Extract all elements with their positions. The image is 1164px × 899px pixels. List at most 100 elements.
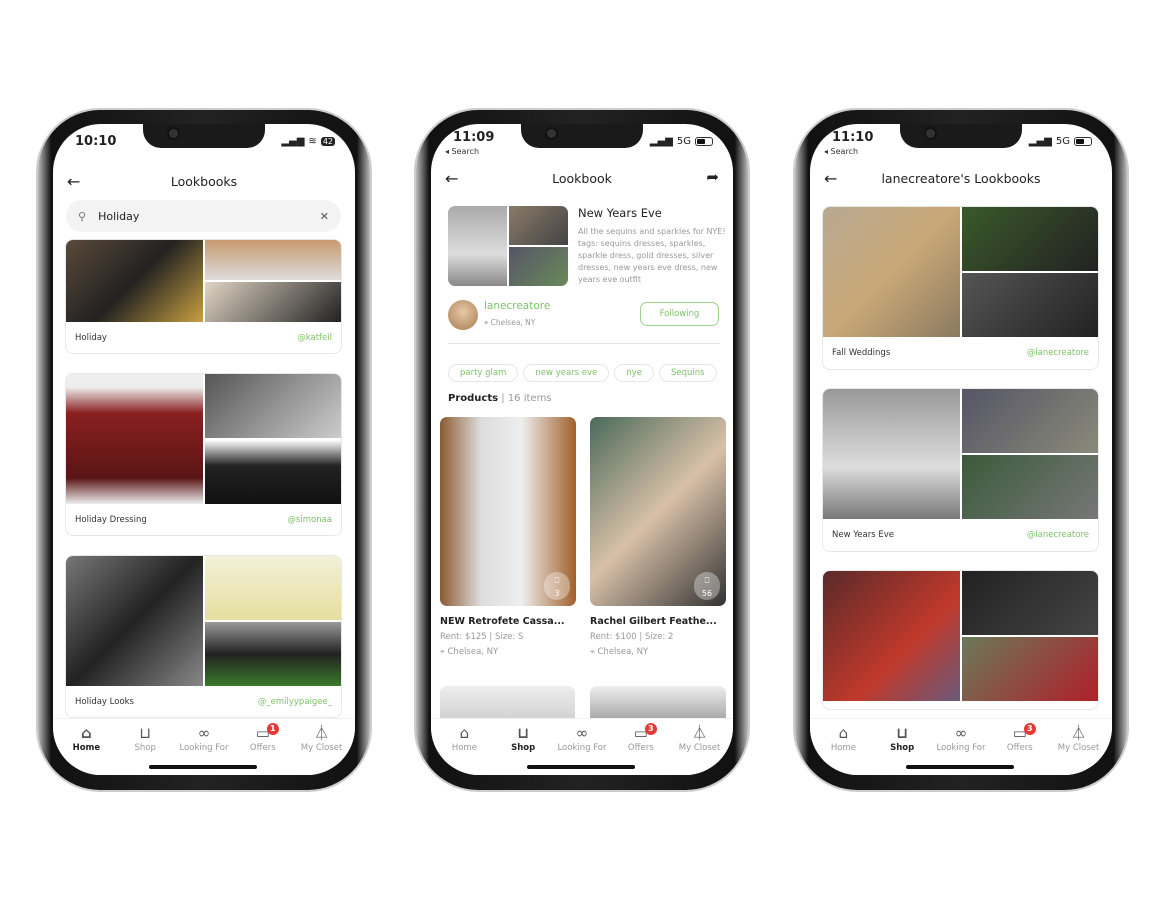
signal-icon: ▂▄▆: [281, 136, 305, 147]
status-bar: ▂▄▆ ≋ 42: [281, 136, 335, 147]
offers-badge: 3: [1023, 723, 1036, 735]
clear-search-icon[interactable]: ✕: [320, 210, 329, 223]
page-title: lanecreatore's Lookbooks: [881, 171, 1041, 186]
notch: [143, 124, 265, 148]
wifi-icon: ≋: [308, 136, 317, 147]
nav-label: Offers: [627, 743, 654, 753]
phone-creator-lookbooks: 11:10 ◂ Search ▂▄▆ 5G ← lanecreatore's Lo…: [795, 110, 1127, 790]
nav-label: Shop: [890, 743, 915, 753]
notch: [900, 124, 1022, 148]
back-to-search-link[interactable]: ◂ Search: [824, 147, 858, 156]
nav-label: My Closet: [300, 743, 343, 753]
lookbook-card[interactable]: Fall Weddings @lanecreatore: [822, 206, 1099, 370]
nav-my-closet[interactable]: ⏃ My Closet: [293, 723, 351, 775]
lookbook-card[interactable]: [822, 570, 1099, 710]
lookbook-author[interactable]: @_emilyypaigee_: [258, 697, 332, 707]
collage-image: [961, 207, 1098, 271]
collage-image: [66, 240, 203, 322]
hanger-icon: ⏃: [314, 724, 330, 742]
lookbook-card[interactable]: Holiday @katfeil: [65, 239, 342, 354]
nav-my-closet[interactable]: ⏃ My Closet: [1050, 723, 1108, 775]
lookbook-card[interactable]: Holiday Dressing @simonaa: [65, 373, 342, 536]
home-icon: ⌂: [838, 724, 849, 742]
hanger-icon: ⏃: [1071, 724, 1087, 742]
tag-chip[interactable]: nye: [614, 364, 654, 382]
collage-image: [204, 374, 341, 438]
collage-image: [204, 440, 341, 504]
collage-image: [204, 622, 341, 686]
back-to-search-link[interactable]: ◂ Search: [445, 147, 479, 156]
location-pin-icon: ⌖: [590, 647, 598, 657]
lookbook-description: All the sequins and sparkles for NYE! ta…: [578, 227, 726, 284]
phone-lookbooks-search: 10:10 ▂▄▆ ≋ 42 ← Lookbooks ⚲ Holiday ✕ Hol…: [38, 110, 370, 790]
tag-chip[interactable]: new years eve: [523, 364, 610, 382]
tag-list: party glam new years eve nye Sequins: [448, 360, 722, 382]
product-image[interactable]: ⎕ 56: [590, 417, 726, 606]
product-title: Rachel Gilbert Feathe...: [590, 616, 717, 627]
collage-image: [204, 556, 341, 620]
hanger-icon: ⏃: [692, 724, 708, 742]
product-meta: Rent: $125 | Size: S: [440, 632, 524, 642]
nav-home[interactable]: ⌂ Home: [57, 723, 115, 775]
lookbook-collage: [823, 207, 1098, 337]
status-time: 11:09: [453, 130, 495, 145]
share-icon[interactable]: ➦: [706, 168, 719, 186]
nav-label: My Closet: [678, 743, 721, 753]
lookbook-author[interactable]: @katfeil: [297, 333, 332, 343]
page-title: Lookbooks: [170, 174, 238, 189]
save-button[interactable]: ⎕ 3: [544, 572, 570, 600]
product-card[interactable]: ⎕ 56 Rachel Gilbert Feathe... Rent: $100 …: [590, 417, 726, 657]
binoculars-icon: ∞: [197, 724, 211, 742]
creator-location: Chelsea, NY: [490, 318, 536, 327]
offers-badge: 3: [644, 723, 657, 735]
collage-image: [204, 240, 341, 280]
nav-label: Offers: [249, 743, 276, 753]
lookbook-author[interactable]: @lanecreatore: [1027, 530, 1089, 540]
battery-level: 42: [320, 137, 335, 146]
lookbook-collage: [66, 374, 341, 504]
product-image[interactable]: ⎕ 3: [440, 417, 576, 606]
creator-name[interactable]: lanecreatore: [484, 300, 550, 312]
page-title: Lookbook: [552, 171, 612, 186]
save-count: 56: [701, 589, 713, 598]
location-pin-icon: ⌖: [440, 647, 448, 657]
lookbook-title: Fall Weddings: [832, 348, 891, 358]
tag-chip[interactable]: Sequins: [658, 364, 717, 382]
nav-home[interactable]: ⌂ Home: [435, 723, 493, 775]
home-icon: ⌂: [81, 724, 92, 742]
notch: [521, 124, 643, 148]
lookbook-card[interactable]: Holiday Looks @_emilyypaigee_: [65, 555, 342, 718]
nav-label: My Closet: [1057, 743, 1100, 753]
product-card[interactable]: ⎕ 3 NEW Retrofete Cassa... Rent: $125 | S…: [440, 417, 576, 657]
lookbook-title: Holiday Looks: [75, 696, 134, 707]
home-indicator: [906, 765, 1014, 769]
products-count: | 16 items: [501, 393, 552, 404]
collage-image: [823, 207, 960, 337]
lookbook-author[interactable]: @lanecreatore: [1027, 348, 1089, 358]
product-title: NEW Retrofete Cassa...: [440, 616, 565, 627]
home-icon: ⌂: [459, 724, 470, 742]
save-button[interactable]: ⎕ 56: [694, 572, 720, 600]
search-input[interactable]: ⚲ Holiday ✕: [66, 200, 341, 232]
nav-label: Home: [830, 743, 856, 753]
home-indicator: [527, 765, 635, 769]
nav-label: Shop: [511, 743, 536, 753]
lookbook-card[interactable]: New Years Eve @lanecreatore: [822, 388, 1099, 552]
nav-home[interactable]: ⌂ Home: [814, 723, 872, 775]
creator-avatar[interactable]: [448, 300, 478, 330]
product-meta: Rent: $100 | Size: 2: [590, 632, 674, 642]
battery-icon: [695, 137, 713, 146]
lookbook-collage: [823, 389, 1098, 519]
lookbook-author[interactable]: @simonaa: [287, 515, 332, 525]
collage-image: [823, 389, 960, 519]
location-pin-icon: ⌖: [484, 318, 491, 327]
network-type: 5G: [676, 136, 691, 147]
lookbook-title: New Years Eve: [832, 530, 894, 540]
nav-my-closet[interactable]: ⏃ My Closet: [671, 723, 729, 775]
products-label: Products: [448, 393, 499, 404]
network-type: 5G: [1055, 136, 1070, 147]
collage-image: [961, 389, 1098, 453]
signal-icon: ▂▄▆: [649, 136, 673, 147]
tag-chip[interactable]: party glam: [448, 364, 519, 382]
following-button[interactable]: Following: [640, 302, 719, 326]
